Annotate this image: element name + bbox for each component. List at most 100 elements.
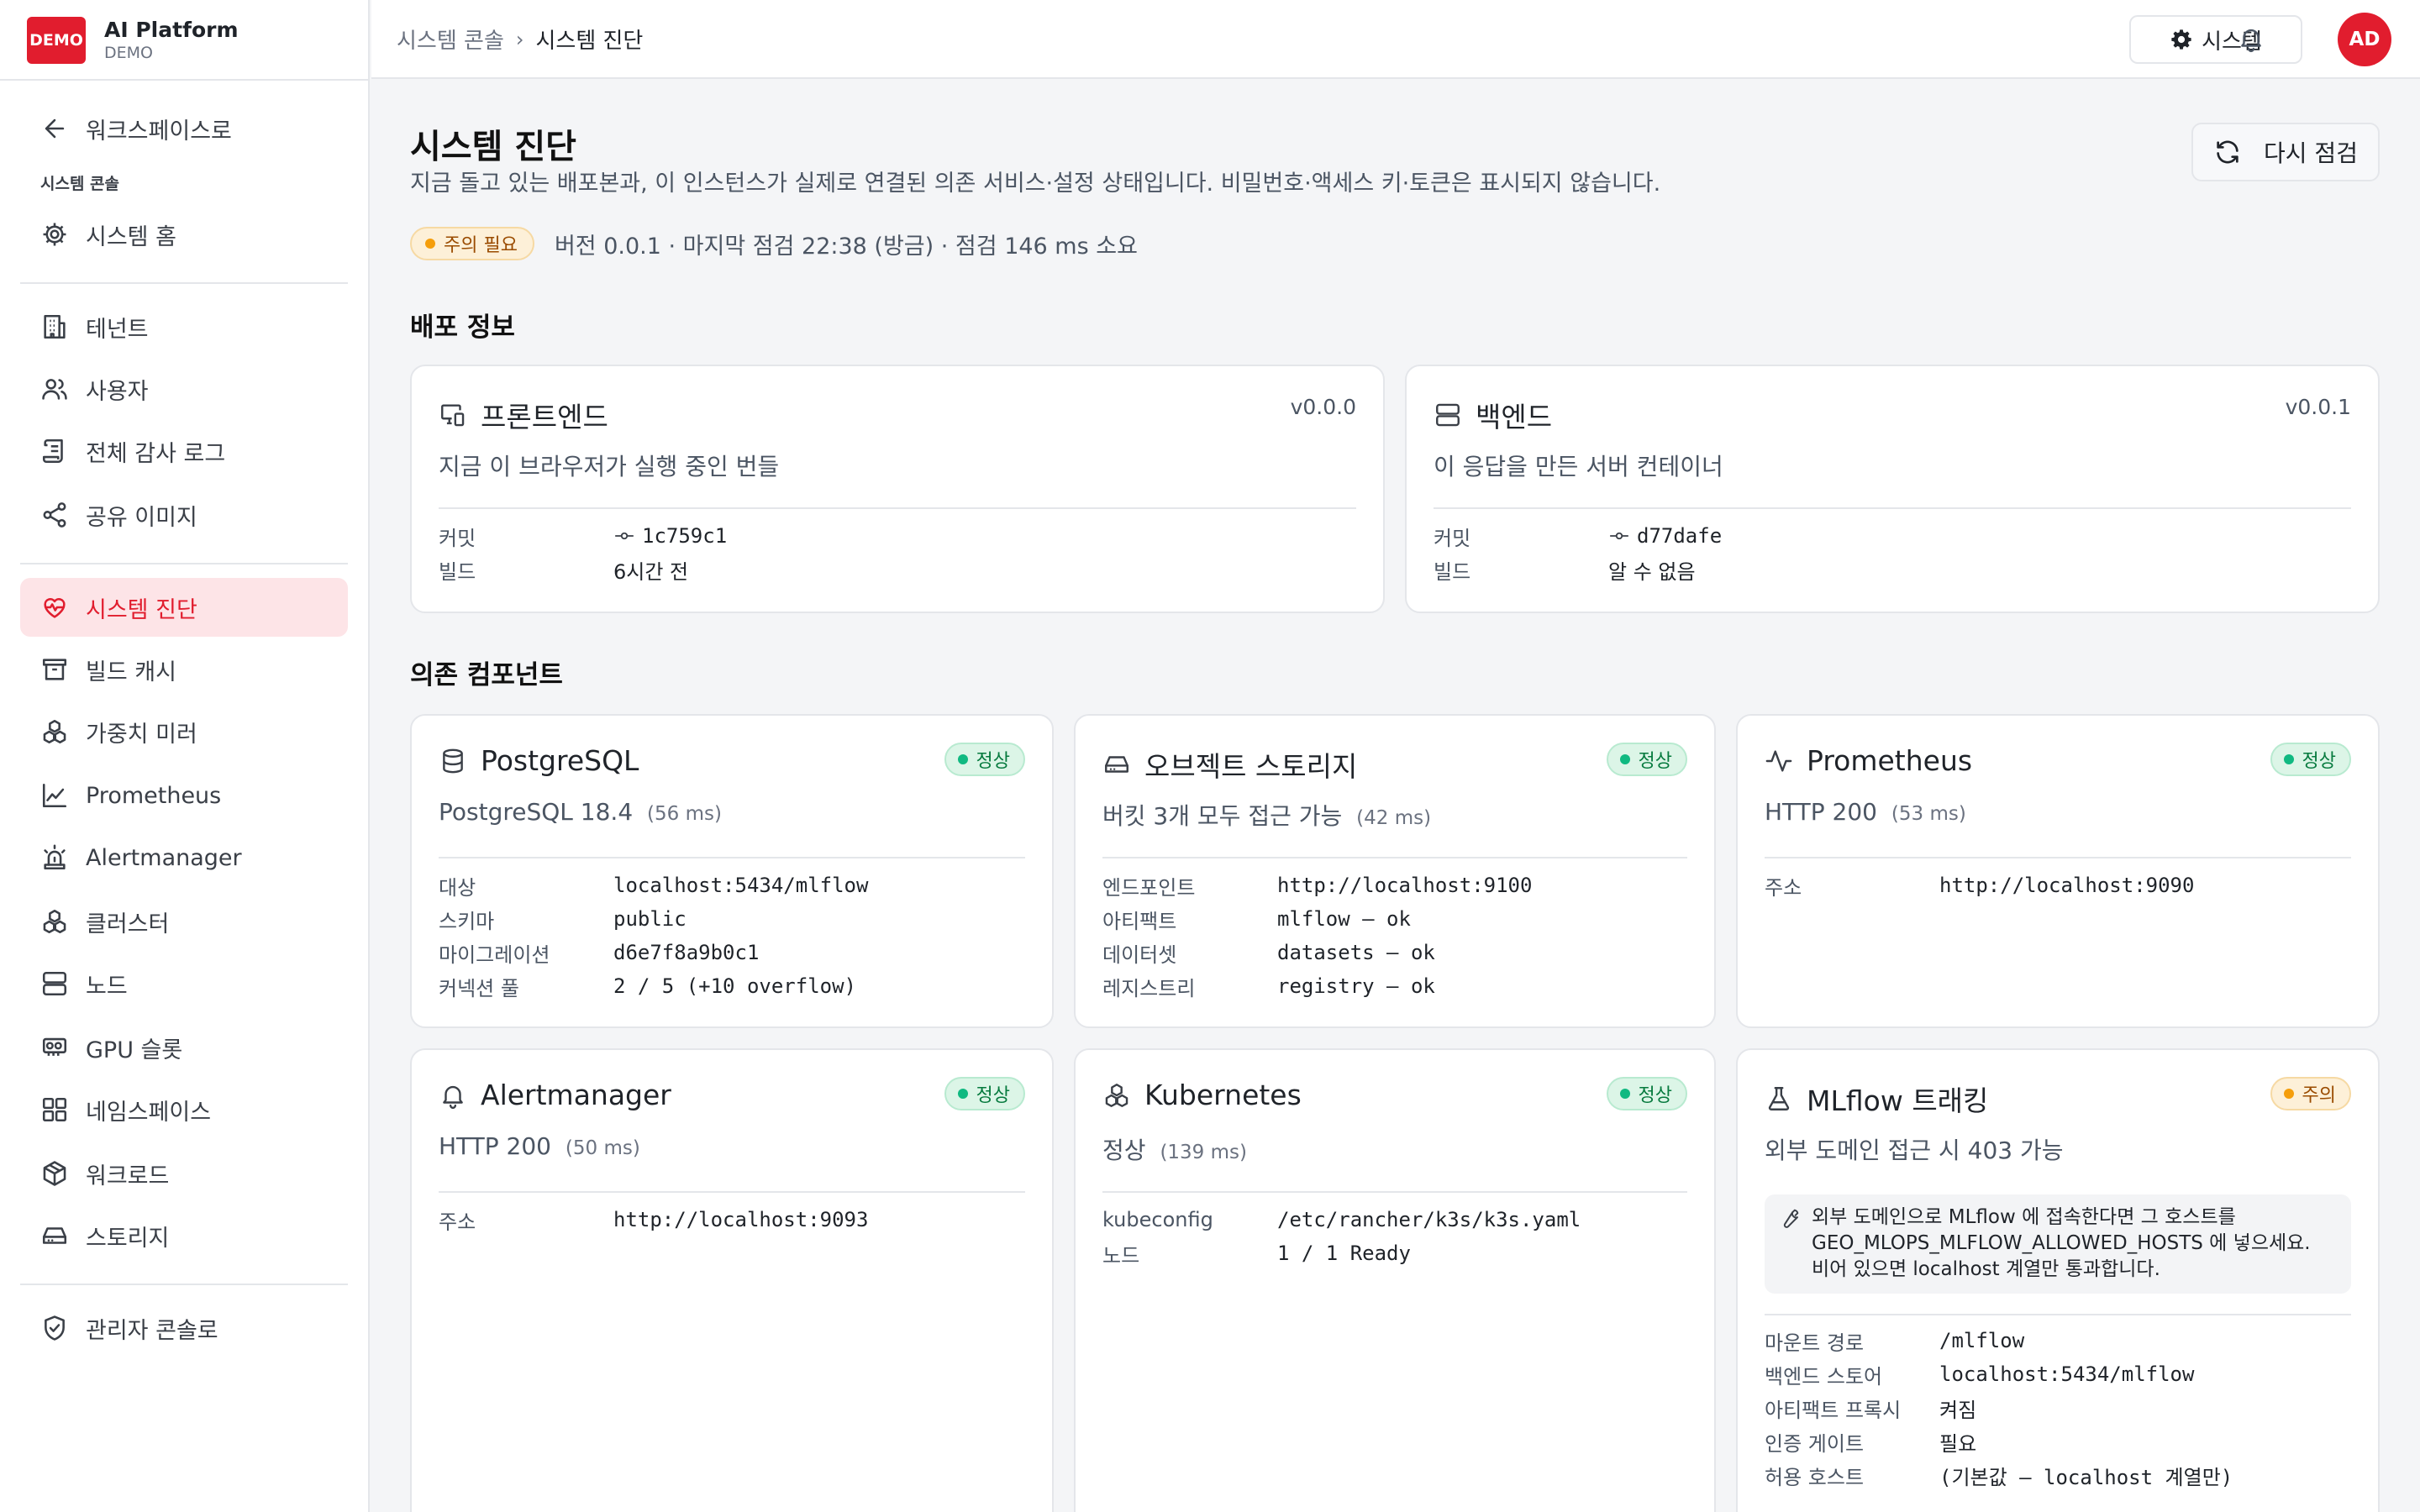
mlflow-note: 외부 도메인으로 MLflow 에 접속한다면 그 호스트를 GEO_MLOPS… <box>1765 1194 2351 1294</box>
sidebar-item-audit-log[interactable]: 전체 감사 로그 <box>20 422 348 480</box>
backend-card: 백엔드 v0.0.1 이 응답을 만든 서버 컨테이너 커밋 d77dafe 빌드… <box>1405 365 2380 613</box>
sidebar-item-workloads[interactable]: 워크로드 <box>20 1144 348 1203</box>
kv-row: 마이그레이션 d6e7f8a9b0c1 <box>439 941 760 967</box>
sidebar-item-label: 관리자 콘솔로 <box>86 1317 218 1344</box>
package-icon <box>43 1161 66 1186</box>
page-title: 시스템 진단 <box>410 128 576 166</box>
sidebar-item-weight-mirror[interactable]: 가중치 미러 <box>20 702 348 761</box>
mlflow-card: MLflow 트래킹 주의 외부 도메인 접근 시 403 가능 외부 도메인으… <box>1736 1048 2380 1512</box>
wrench-icon <box>1783 1209 1799 1228</box>
avatar[interactable]: AD <box>2338 13 2391 66</box>
kv-row: 대상 localhost:5434/mlflow <box>439 874 869 900</box>
share-icon <box>43 502 66 528</box>
prometheus-subtitle: HTTP 200 <box>1765 798 1877 826</box>
sidebar-item-tenants[interactable]: 테넌트 <box>20 297 348 356</box>
sidebar-item-clusters[interactable]: 클러스터 <box>20 892 348 951</box>
frontend-title: 프론트엔드 <box>481 401 608 433</box>
siren-icon <box>44 844 66 870</box>
arrow-left-icon <box>45 118 65 139</box>
sidebar-item-label: 빌드 캐시 <box>86 659 176 685</box>
postgres-card: PostgreSQL 정상 PostgreSQL 18.4 (56 ms) 대상… <box>410 714 1054 1028</box>
sidebar-item-gpu-slots[interactable]: GPU 슬롯 <box>20 1018 348 1077</box>
sidebar-item-label: 노드 <box>86 973 128 1000</box>
bell-icon[interactable] <box>2237 24 2265 54</box>
sidebar-item-alertmanager[interactable]: Alertmanager <box>20 828 348 887</box>
sidebar-item-system-diagnostics[interactable]: 시스템 진단 <box>20 578 348 637</box>
status-badge: 주의 필요 <box>410 227 534 260</box>
backend-version: v0.0.1 <box>2285 395 2351 419</box>
sidebar-item-users[interactable]: 사용자 <box>20 360 348 418</box>
brand-badge: DEMO <box>27 17 86 64</box>
kv-row: 엔드포인트 http://localhost:9100 <box>1102 874 1533 900</box>
postgres-latency: (56 ms) <box>647 803 722 825</box>
kv-row: 아티팩트 프록시 켜짐 <box>1765 1398 1977 1422</box>
breadcrumb-root[interactable]: 시스템 콘솔 <box>397 24 504 55</box>
mlflow-title: MLflow 트래킹 <box>1807 1084 1989 1117</box>
recheck-label: 다시 점검 <box>2264 139 2358 167</box>
sidebar-item-prometheus[interactable]: Prometheus <box>20 766 348 825</box>
sidebar-item-label: 전체 감사 로그 <box>86 440 226 467</box>
kv-row: kubeconfig/etc/rancher/k3s/k3s.yaml <box>1102 1208 1581 1231</box>
page-description: 지금 돌고 있는 배포본과, 이 인스턴스가 실제로 연결된 의존 서비스·설정… <box>410 171 1661 197</box>
frontend-commit: 1c759c1 <box>642 524 728 548</box>
top-bar: 시스템 콘솔 › 시스템 진단 시스템 AD <box>371 0 2420 79</box>
alertmanager-subtitle: HTTP 200 <box>439 1132 551 1160</box>
status-badge: 정상 <box>1606 1077 1687 1110</box>
sidebar-item-label: 워크로드 <box>86 1163 170 1189</box>
sidebar-item-label: 스토리지 <box>86 1225 170 1252</box>
git-commit-icon <box>615 532 634 540</box>
sidebar-item-build-cache[interactable]: 빌드 캐시 <box>20 640 348 699</box>
kv-row: 데이터셋 datasets — ok <box>1102 941 1435 967</box>
storage-subtitle: 버킷 3개 모두 접근 가능 <box>1102 802 1343 830</box>
recheck-button[interactable]: 다시 점검 <box>2191 123 2380 181</box>
sidebar-item-label: 테넌트 <box>86 316 149 343</box>
sidebar-item-nodes[interactable]: 노드 <box>20 954 348 1013</box>
kv-row: 백엔드 스토어 localhost:5434/mlflow <box>1765 1362 2195 1389</box>
brand-sub: DEMO <box>104 44 153 62</box>
build-label: 빌드 <box>1434 559 1471 584</box>
brand[interactable]: DEMO AI Platform DEMO <box>27 17 239 64</box>
postgres-title: PostgreSQL <box>481 744 639 777</box>
nav-section-title: 시스템 콘솔 <box>40 175 120 193</box>
sidebar-item-label: 시스템 홈 <box>86 223 176 250</box>
kv-row: 주소 http://localhost:9093 <box>439 1208 869 1234</box>
kubernetes-title: Kubernetes <box>1144 1079 1302 1111</box>
frontend-subtitle: 지금 이 브라우저가 실행 중인 번들 <box>439 453 780 480</box>
kv-row: 허용 호스트 (기본값 — localhost 계열만) <box>1765 1465 2233 1489</box>
kv-row: 인증 게이트 필요 <box>1765 1431 1977 1456</box>
back-to-workspace-link[interactable]: 워크스페이스로 <box>20 99 348 158</box>
sidebar-item-admin-console[interactable]: 관리자 콘솔로 <box>20 1299 348 1357</box>
sidebar-item-storage[interactable]: 스토리지 <box>20 1206 348 1265</box>
kv-row: 아티팩트 mlflow — ok <box>1102 907 1411 933</box>
frontend-version: v0.0.0 <box>1290 395 1356 419</box>
storage-title: 오브젝트 스토리지 <box>1144 750 1358 783</box>
database-icon <box>443 748 463 773</box>
deploy-section-title: 배포 정보 <box>410 312 515 343</box>
prometheus-title: Prometheus <box>1807 744 1973 777</box>
kv-row: 커넥션 풀2 / 5 (+10 overflow) <box>439 974 856 1000</box>
sidebar-item-label: 네임스페이스 <box>86 1099 212 1126</box>
line-chart-icon <box>42 783 67 808</box>
git-commit-icon <box>1610 532 1628 540</box>
deps-section-title: 의존 컴포넌트 <box>410 660 563 690</box>
sidebar: DEMO AI Platform DEMO 워크스페이스로 시스템 콘솔 시스템… <box>0 0 370 1512</box>
sidebar-item-namespaces[interactable]: 네임스페이스 <box>20 1080 348 1139</box>
kv-row: 스키마 public <box>439 907 687 933</box>
users-icon <box>42 379 67 400</box>
sidebar-item-shared-images[interactable]: 공유 이미지 <box>20 486 348 544</box>
kv-row: 마운트 경로/mlflow <box>1765 1329 2025 1355</box>
commit-label: 커밋 <box>1434 526 1471 550</box>
sidebar-item-label: GPU 슬롯 <box>86 1037 183 1063</box>
server-icon <box>1436 403 1460 427</box>
status-badge-label: 주의 필요 <box>444 235 518 256</box>
shield-check-icon <box>45 1315 65 1341</box>
sidebar-item-label: 가중치 미러 <box>86 721 197 748</box>
grid-icon <box>42 1097 67 1122</box>
backend-build: 알 수 없음 <box>1608 559 1696 584</box>
system-menu-button[interactable]: 시스템 <box>2129 15 2302 64</box>
prometheus-card: Prometheus 정상 HTTP 200 (53 ms) 주소 http://… <box>1736 714 2380 1028</box>
status-badge: 정상 <box>944 1077 1025 1110</box>
chevron-right-icon: › <box>515 27 524 51</box>
boxes-icon <box>43 909 66 934</box>
sidebar-item-system-home[interactable]: 시스템 홈 <box>20 205 348 264</box>
